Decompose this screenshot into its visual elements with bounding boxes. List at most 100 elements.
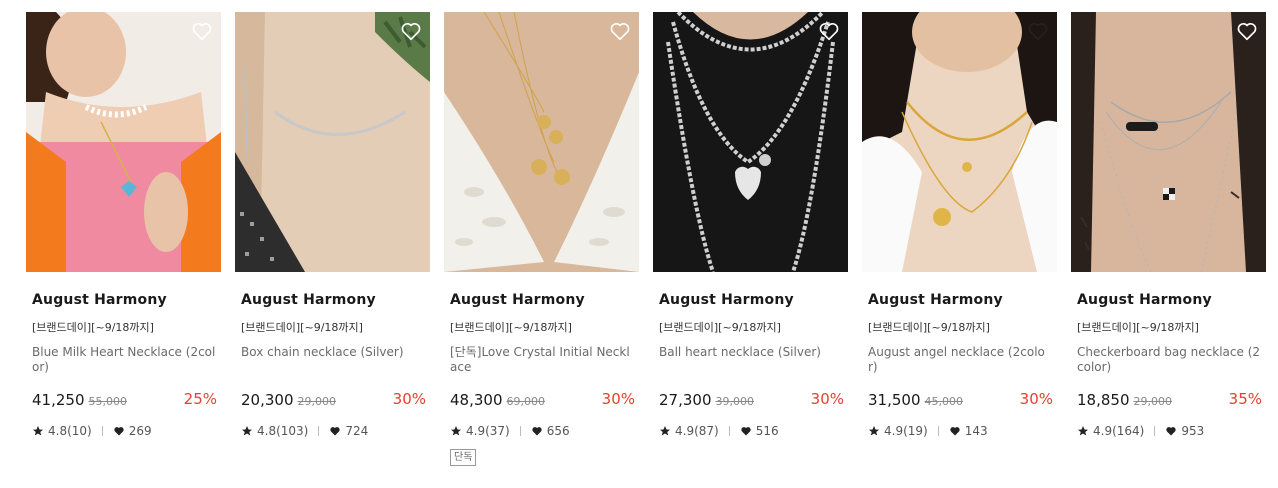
wishlist-heart-icon[interactable] — [1027, 20, 1049, 42]
product-image[interactable] — [235, 12, 430, 272]
star-icon — [32, 425, 44, 437]
promo-text: [브랜드데이][~9/18까지] — [241, 321, 363, 334]
sale-price: 27,300 — [659, 391, 712, 409]
sale-price: 41,250 — [32, 391, 85, 409]
star-icon — [868, 425, 880, 437]
likes-count: 953 — [1181, 424, 1205, 438]
product-card[interactable]: August Harmony [브랜드데이][~9/18까지] Checkerb… — [1071, 12, 1266, 438]
product-stats: 4.9(164) 953 — [1077, 424, 1204, 438]
product-name[interactable]: Ball heart necklace (Silver) — [659, 345, 845, 360]
wishlist-heart-icon[interactable] — [818, 20, 840, 42]
product-card[interactable]: August Harmony [브랜드데이][~9/18까지] Blue Mil… — [26, 12, 221, 438]
original-price: 29,000 — [1133, 395, 1173, 408]
brand-name[interactable]: August Harmony — [1077, 292, 1212, 308]
product-card[interactable]: August Harmony [브랜드데이][~9/18까지] [단독]Love… — [444, 12, 639, 466]
product-stats: 4.9(37) 656 — [450, 424, 570, 438]
divider — [318, 426, 320, 436]
product-image[interactable] — [26, 12, 221, 272]
heart-filled-icon — [740, 425, 752, 437]
original-price: 69,000 — [506, 395, 546, 408]
product-stats: 4.9(19) 143 — [868, 424, 988, 438]
original-price: 39,000 — [715, 395, 755, 408]
star-icon — [241, 425, 253, 437]
product-photo — [26, 12, 221, 272]
heart-filled-icon — [531, 425, 543, 437]
discount-rate: 30% — [601, 390, 635, 408]
product-name[interactable]: August angel necklace (2color) — [868, 345, 1054, 375]
product-photo — [1071, 12, 1266, 272]
discount-rate: 25% — [183, 390, 217, 408]
divider — [519, 426, 521, 436]
price-row: 48,300 69,000 30% — [450, 390, 639, 412]
brand-name[interactable]: August Harmony — [659, 292, 794, 308]
divider — [101, 426, 103, 436]
promo-text: [브랜드데이][~9/18까지] — [1077, 321, 1199, 334]
price-row: 18,850 29,000 35% — [1077, 390, 1266, 412]
star-icon — [659, 425, 671, 437]
product-image[interactable] — [1071, 12, 1266, 272]
product-name[interactable]: Checkerboard bag necklace (2color) — [1077, 345, 1263, 375]
star-icon — [1077, 425, 1089, 437]
wishlist-heart-icon[interactable] — [400, 20, 422, 42]
wishlist-heart-icon[interactable] — [1236, 20, 1258, 42]
promo-text: [브랜드데이][~9/18까지] — [868, 321, 990, 334]
product-grid: August Harmony [브랜드데이][~9/18까지] Blue Mil… — [0, 0, 1278, 488]
sale-price: 48,300 — [450, 391, 503, 409]
product-image[interactable] — [444, 12, 639, 272]
product-name[interactable]: Box chain necklace (Silver) — [241, 345, 427, 360]
rating-text: 4.8(103) — [257, 424, 309, 438]
brand-name[interactable]: August Harmony — [450, 292, 585, 308]
brand-name[interactable]: August Harmony — [32, 292, 167, 308]
sale-price: 20,300 — [241, 391, 294, 409]
product-image[interactable] — [653, 12, 848, 272]
price-row: 31,500 45,000 30% — [868, 390, 1057, 412]
promo-text: [브랜드데이][~9/18까지] — [659, 321, 781, 334]
original-price: 45,000 — [924, 395, 964, 408]
discount-rate: 30% — [810, 390, 844, 408]
wishlist-heart-icon[interactable] — [191, 20, 213, 42]
original-price: 55,000 — [88, 395, 128, 408]
divider — [728, 426, 730, 436]
original-price: 29,000 — [297, 395, 337, 408]
product-stats: 4.8(10) 269 — [32, 424, 152, 438]
rating-text: 4.8(10) — [48, 424, 92, 438]
rating-text: 4.9(37) — [466, 424, 510, 438]
star-icon — [450, 425, 462, 437]
likes-count: 516 — [755, 424, 779, 438]
rating-text: 4.9(87) — [675, 424, 719, 438]
product-card[interactable]: August Harmony [브랜드데이][~9/18까지] Ball hea… — [653, 12, 848, 438]
product-photo — [444, 12, 639, 272]
likes-count: 656 — [546, 424, 570, 438]
product-name[interactable]: Blue Milk Heart Necklace (2color) — [32, 345, 218, 375]
product-name[interactable]: [단독]Love Crystal Initial Necklace — [450, 345, 636, 375]
rating-text: 4.9(164) — [1093, 424, 1145, 438]
price-row: 27,300 39,000 30% — [659, 390, 848, 412]
likes-count: 143 — [964, 424, 988, 438]
divider — [1154, 426, 1156, 436]
product-photo — [235, 12, 430, 272]
discount-rate: 30% — [392, 390, 426, 408]
promo-text: [브랜드데이][~9/18까지] — [450, 321, 572, 334]
brand-name[interactable]: August Harmony — [868, 292, 1003, 308]
product-image[interactable] — [862, 12, 1057, 272]
wishlist-heart-icon[interactable] — [609, 20, 631, 42]
product-card[interactable]: August Harmony [브랜드데이][~9/18까지] Box chai… — [235, 12, 430, 438]
product-photo — [653, 12, 848, 272]
discount-rate: 30% — [1019, 390, 1053, 408]
divider — [937, 426, 939, 436]
promo-text: [브랜드데이][~9/18까지] — [32, 321, 154, 334]
product-stats: 4.8(103) 724 — [241, 424, 368, 438]
price-row: 20,300 29,000 30% — [241, 390, 430, 412]
brand-name[interactable]: August Harmony — [241, 292, 376, 308]
exclusive-tag: 단독 — [450, 449, 477, 466]
price-row: 41,250 55,000 25% — [32, 390, 221, 412]
heart-filled-icon — [1165, 425, 1177, 437]
discount-rate: 35% — [1228, 390, 1262, 408]
sale-price: 18,850 — [1077, 391, 1130, 409]
heart-filled-icon — [113, 425, 125, 437]
product-card[interactable]: August Harmony [브랜드데이][~9/18까지] August a… — [862, 12, 1057, 438]
rating-text: 4.9(19) — [884, 424, 928, 438]
product-stats: 4.9(87) 516 — [659, 424, 779, 438]
product-photo — [862, 12, 1057, 272]
likes-count: 724 — [345, 424, 369, 438]
